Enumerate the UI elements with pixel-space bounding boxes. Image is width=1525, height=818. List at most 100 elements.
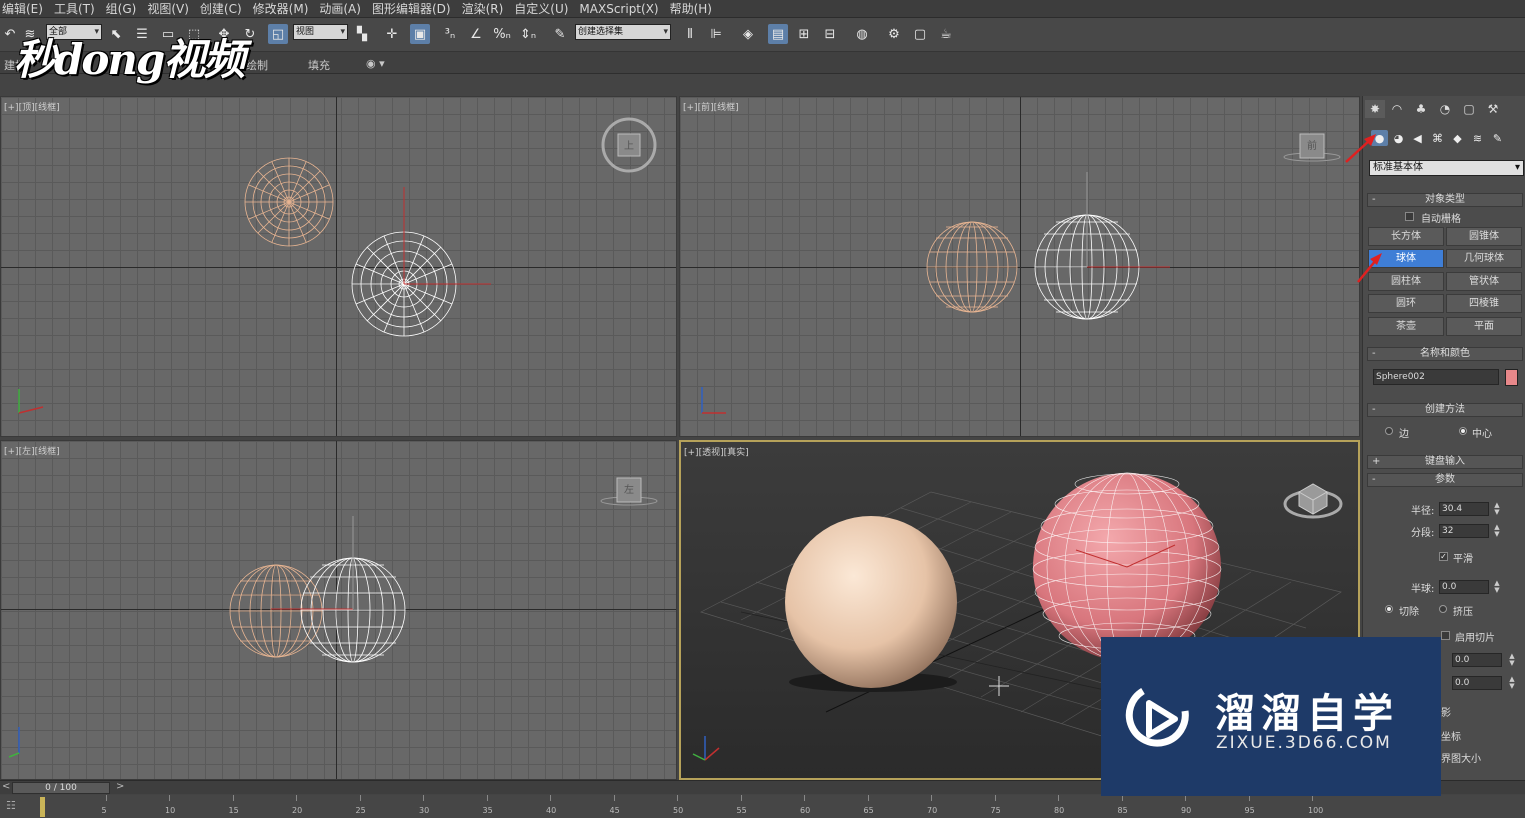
align-icon[interactable]: ⊫ xyxy=(706,24,726,44)
mini-curve-editor-icon[interactable]: ☷ xyxy=(6,799,16,812)
angle-snap-icon[interactable]: ∠ xyxy=(466,24,486,44)
slice-from-spinner[interactable]: ▲ ▼ xyxy=(1508,653,1516,667)
menu-rendering[interactable]: 渲染(R) xyxy=(462,0,515,17)
spinner-snap-icon[interactable]: ⇕ₙ xyxy=(518,24,538,44)
ribbon-tab-paint[interactable]: 绘制 xyxy=(246,57,268,73)
edit-named-sets-icon[interactable]: ✎ xyxy=(550,24,570,44)
rollout-keyboard-entry[interactable]: + 键盘输入 xyxy=(1367,455,1523,469)
motion-tab-icon[interactable]: ◔ xyxy=(1435,100,1455,118)
menu-create[interactable]: 创建(C) xyxy=(200,0,253,17)
plane-button[interactable]: 平面 xyxy=(1446,317,1522,336)
ribbon-toggle-icon[interactable]: ▤ xyxy=(768,24,788,44)
spacewarps-icon[interactable]: ≋ xyxy=(1469,130,1486,146)
timeline-tick xyxy=(296,795,297,801)
menu-group[interactable]: 组(G) xyxy=(106,0,148,17)
object-name-input[interactable]: Sphere002 xyxy=(1373,369,1499,385)
menu-animation[interactable]: 动画(A) xyxy=(319,0,372,17)
scale-icon[interactable]: ◱ xyxy=(268,24,288,44)
next-frame-icon[interactable]: > xyxy=(116,781,124,792)
render-teapot-icon[interactable]: ☕ xyxy=(936,24,956,44)
torus-button[interactable]: 圆环 xyxy=(1368,294,1444,313)
radius-input[interactable]: 30.4 xyxy=(1439,502,1489,516)
menu-customize[interactable]: 自定义(U) xyxy=(514,0,579,17)
rollout-creation-method[interactable]: - 创建方法 xyxy=(1367,403,1523,417)
ribbon-tab-populate[interactable]: 填充 xyxy=(308,57,330,73)
viewcube-top-label[interactable]: 上 xyxy=(624,140,634,152)
viewport-front[interactable]: [+][前][线框] 前 xyxy=(679,96,1360,437)
enable-slice-checkbox[interactable] xyxy=(1441,631,1450,640)
layer-manager-icon[interactable]: ◈ xyxy=(738,24,758,44)
prev-frame-icon[interactable]: < xyxy=(2,781,10,792)
material-editor-icon[interactable]: ◍ xyxy=(852,24,872,44)
hemisphere-input[interactable]: 0.0 xyxy=(1439,580,1489,594)
shapes-icon[interactable]: ◕ xyxy=(1390,130,1407,146)
snap-3d-icon[interactable]: ³ₙ xyxy=(440,24,460,44)
radius-spinner[interactable]: ▲ ▼ xyxy=(1493,502,1501,516)
viewport-top[interactable]: [+][顶][线框] 上 xyxy=(0,96,677,437)
create-tab-icon[interactable]: ✸ xyxy=(1365,100,1385,118)
curve-editor-icon[interactable]: ⊞ xyxy=(794,24,814,44)
menu-view[interactable]: 视图(V) xyxy=(147,0,200,17)
mirror-icon[interactable]: ⫴ xyxy=(680,24,700,44)
display-tab-icon[interactable]: ▢ xyxy=(1459,100,1479,118)
systems-icon[interactable]: ✎ xyxy=(1489,130,1506,146)
viewcube-front-label[interactable]: 前 xyxy=(1307,139,1317,152)
cone-button[interactable]: 圆锥体 xyxy=(1446,227,1522,246)
rollout-name-color[interactable]: - 名称和颜色 xyxy=(1367,347,1523,361)
pivot-icon[interactable]: ▚ xyxy=(352,24,372,44)
squash-radio[interactable] xyxy=(1439,605,1447,613)
viewport-left[interactable]: [+][左][线框] 左 xyxy=(0,440,677,780)
keyboard-shortcut-icon[interactable]: ▣ xyxy=(410,24,430,44)
time-slider[interactable]: 0 / 100 xyxy=(12,782,110,794)
utilities-tab-icon[interactable]: ⚒ xyxy=(1483,100,1503,118)
hemisphere-spinner[interactable]: ▲ ▼ xyxy=(1493,580,1501,594)
viewcube-left-label[interactable]: 左 xyxy=(624,483,634,496)
pyramid-button[interactable]: 四棱锥 xyxy=(1446,294,1522,313)
current-frame-marker[interactable] xyxy=(40,797,45,817)
smooth-checkbox[interactable]: ✓ xyxy=(1439,552,1448,561)
autogrid-checkbox[interactable] xyxy=(1405,212,1414,221)
object-color-swatch[interactable] xyxy=(1505,369,1518,386)
trackbar[interactable]: ☷ 5 10 15 20 25 30 35 40 45 50 55 60 65 70 75 80 85 90 95 1… xyxy=(0,795,1525,818)
chop-radio[interactable] xyxy=(1385,605,1393,613)
schematic-view-icon[interactable]: ⊟ xyxy=(820,24,840,44)
menu-modifiers[interactable]: 修改器(M) xyxy=(253,0,320,17)
named-selection-dropdown[interactable]: 创建选择集 xyxy=(575,24,671,40)
menu-tools[interactable]: 工具(T) xyxy=(54,0,106,17)
timeline-tick xyxy=(232,795,234,801)
hierarchy-tab-icon[interactable]: ♣ xyxy=(1411,100,1431,118)
timeline-tick-label: 90 xyxy=(1181,806,1192,815)
teapot-button[interactable]: 茶壶 xyxy=(1368,317,1444,336)
slice-from-input[interactable]: 0.0 xyxy=(1452,653,1502,667)
rollout-object-type[interactable]: - 对象类型 xyxy=(1367,193,1523,207)
box-button[interactable]: 长方体 xyxy=(1368,227,1444,246)
slice-to-spinner[interactable]: ▲ ▼ xyxy=(1508,676,1516,690)
cameras-icon[interactable]: ⌘ xyxy=(1429,130,1446,146)
menu-edit[interactable]: 编辑(E) xyxy=(2,0,54,17)
select-manipulate-icon[interactable]: ✛ xyxy=(382,24,402,44)
menu-maxscript[interactable]: MAXScript(X) xyxy=(579,2,669,16)
edge-radio[interactable] xyxy=(1385,427,1393,435)
segments-spinner[interactable]: ▲ ▼ xyxy=(1493,524,1501,538)
helpers-icon[interactable]: ◆ xyxy=(1449,130,1466,146)
menu-help[interactable]: 帮助(H) xyxy=(670,0,723,17)
geosphere-button[interactable]: 几何球体 xyxy=(1446,249,1522,268)
timeline-tick-label: 65 xyxy=(863,806,874,815)
lights-icon[interactable]: ◀ xyxy=(1409,130,1426,146)
timeline-tick xyxy=(550,795,551,801)
rollout-parameters[interactable]: - 参数 xyxy=(1367,473,1523,487)
modify-tab-icon[interactable]: ◠ xyxy=(1387,100,1407,118)
slice-to-input[interactable]: 0.0 xyxy=(1452,676,1502,690)
reference-coord-dropdown[interactable]: 视图 xyxy=(293,24,348,40)
segments-input[interactable]: 32 xyxy=(1439,524,1489,538)
timeline-tick xyxy=(169,795,170,801)
tube-button[interactable]: 管状体 xyxy=(1446,272,1522,291)
rendered-frame-icon[interactable]: ▢ xyxy=(910,24,930,44)
menu-graph-editors[interactable]: 图形编辑器(D) xyxy=(372,0,462,17)
center-radio[interactable] xyxy=(1459,427,1467,435)
render-setup-icon[interactable]: ⚙ xyxy=(884,24,904,44)
timeline-tick xyxy=(994,795,996,801)
ribbon-options-icon[interactable]: ◉ ▾ xyxy=(366,57,385,70)
category-dropdown[interactable]: 标准基本体 xyxy=(1369,160,1524,176)
percent-snap-icon[interactable]: %ₙ xyxy=(492,24,512,44)
